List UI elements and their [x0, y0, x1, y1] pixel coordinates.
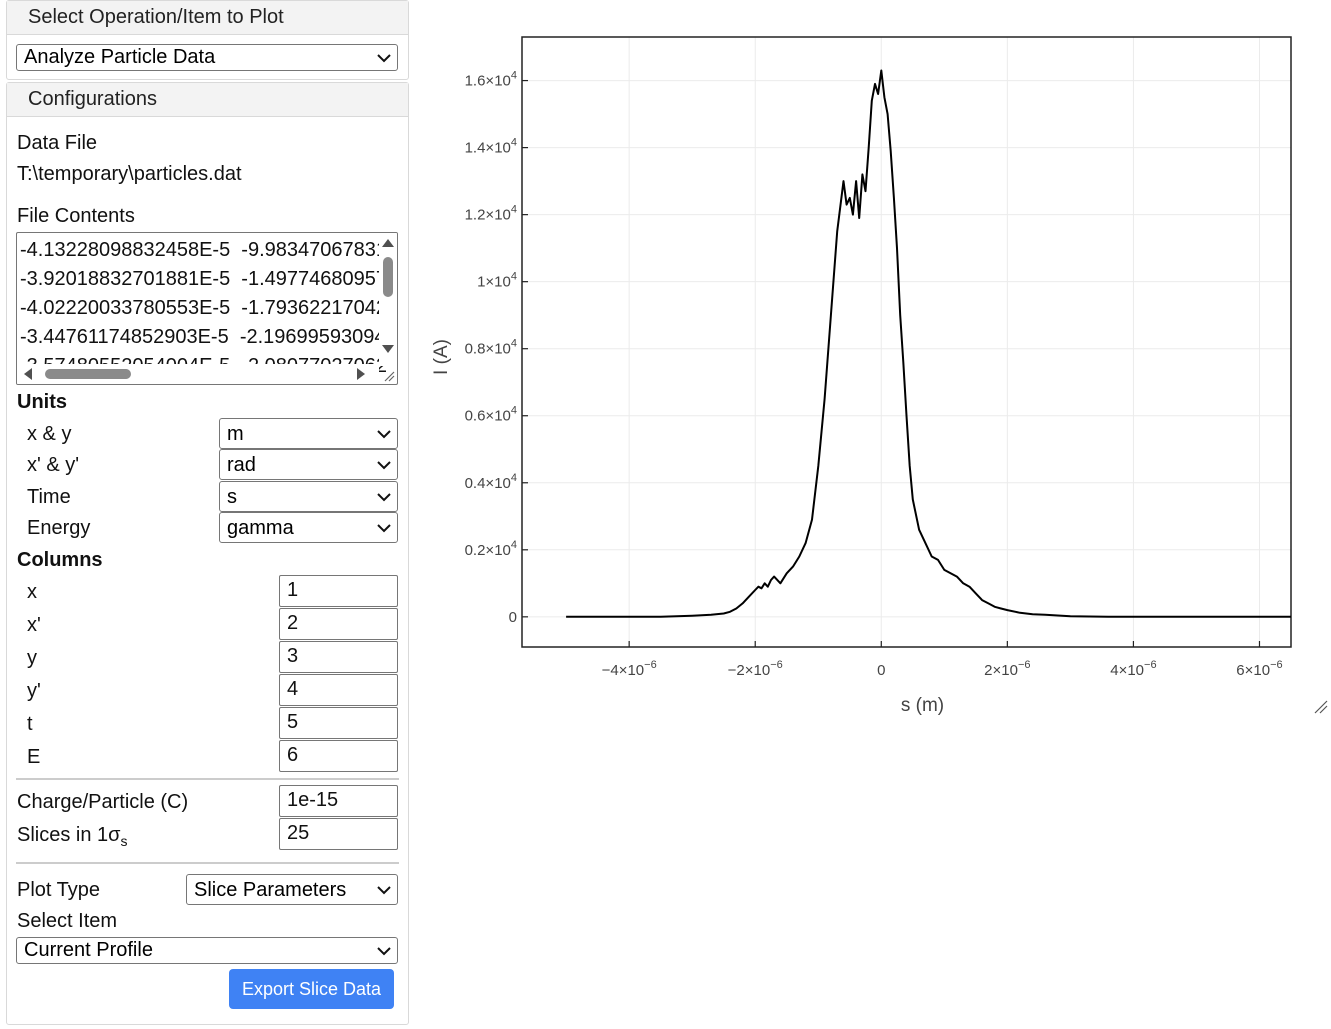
y-tick-label: 1×104	[477, 271, 517, 291]
column-input-t[interactable]: 5	[279, 707, 398, 739]
scroll-up-arrow-icon[interactable]	[382, 239, 394, 247]
scroll-left-arrow-icon[interactable]	[24, 368, 32, 380]
plot-type-select[interactable]: Slice Parameters	[186, 874, 398, 905]
plot-type-value: Slice Parameters	[194, 879, 347, 901]
x-axis-label: s (m)	[901, 695, 944, 716]
column-input-xp[interactable]: 2	[279, 608, 398, 640]
slices-label: Slices in 1σs	[17, 824, 128, 849]
slices-input[interactable]: 25	[279, 818, 398, 850]
slices-label-subscript: s	[120, 833, 128, 849]
column-label-yp: y'	[27, 680, 41, 702]
file-contents-textarea[interactable]: -4.13228098832458E-5 -9.98347067831 -3.9…	[16, 232, 398, 385]
operation-panel-header: Select Operation/Item to Plot	[7, 1, 408, 35]
file-line: -3.44761174852903E-5 -2.19699593094	[20, 326, 386, 348]
column-label-x: x	[27, 581, 37, 603]
scroll-right-arrow-icon[interactable]	[357, 368, 365, 380]
chevron-down-icon	[377, 54, 391, 63]
column-label-e: E	[27, 746, 41, 768]
column-label-y: y	[27, 647, 37, 669]
column-input-y[interactable]: 3	[279, 641, 398, 673]
column-input-x[interactable]: 1	[279, 575, 398, 607]
vertical-scroll-thumb[interactable]	[383, 257, 393, 297]
export-slice-data-button[interactable]: Export Slice Data	[229, 969, 394, 1009]
units-label-energy: Energy	[27, 517, 91, 539]
chevron-down-icon	[377, 947, 391, 956]
x-tick-label: 6×10−6	[1236, 659, 1282, 679]
y-tick-label: 0.4×104	[465, 472, 517, 492]
units-select-x-y[interactable]: m	[219, 418, 398, 449]
x-tick-label: 0	[877, 662, 885, 679]
units-select-value: gamma	[227, 517, 294, 539]
data-file-path: T:\temporary\particles.dat	[17, 163, 242, 185]
x-tick-label: 2×10−6	[984, 659, 1030, 679]
chevron-down-icon	[377, 430, 391, 439]
select-item-label: Select Item	[17, 910, 118, 932]
configurations-panel-header: Configurations	[7, 83, 408, 117]
units-select-time[interactable]: s	[219, 481, 398, 512]
chevron-down-icon	[377, 461, 391, 470]
units-label-xp-yp: x' & y'	[27, 454, 80, 476]
file-contents-label: File Contents	[17, 205, 135, 227]
select-item-select[interactable]: Current Profile	[16, 937, 398, 964]
x-tick-label: −2×10−6	[728, 659, 783, 679]
units-select-xp-yp[interactable]: rad	[219, 449, 398, 480]
units-heading: Units	[17, 391, 67, 413]
y-tick-label: 0	[509, 609, 517, 626]
current-profile-line	[566, 69, 1291, 618]
units-select-value: s	[227, 486, 237, 508]
y-axis-label: I (A)	[431, 339, 452, 375]
plot-type-label: Plot Type	[17, 879, 101, 901]
column-input-e[interactable]: 6	[279, 740, 398, 772]
charge-per-particle-label: Charge/Particle (C)	[17, 791, 189, 813]
operation-select[interactable]: Analyze Particle Data	[16, 44, 398, 71]
resize-handle-icon[interactable]	[1314, 700, 1328, 714]
units-label-time: Time	[27, 486, 71, 508]
chevron-down-icon	[377, 493, 391, 502]
x-tick-label: 4×10−6	[1110, 659, 1156, 679]
select-item-value: Current Profile	[24, 939, 153, 961]
chevron-down-icon	[377, 524, 391, 533]
vertical-scrollbar[interactable]	[379, 233, 397, 366]
operation-panel-title: Select Operation/Item to Plot	[28, 6, 284, 28]
y-tick-label: 1.6×104	[465, 70, 517, 90]
y-tick-label: 0.8×104	[465, 338, 517, 358]
units-label-x-y: x & y	[27, 423, 72, 445]
y-tick-label: 0.6×104	[465, 405, 517, 425]
slices-label-text: Slices in 1σ	[17, 824, 121, 846]
scroll-down-arrow-icon[interactable]	[382, 345, 394, 353]
y-tick-label: 1.4×104	[465, 137, 517, 157]
resize-grip-icon[interactable]	[383, 370, 395, 382]
y-tick-label: 0.2×104	[465, 539, 517, 559]
data-file-label: Data File	[17, 132, 98, 154]
file-line: -3.92018832701881E-5 -1.49774680957	[20, 268, 387, 290]
column-input-yp[interactable]: 4	[279, 674, 398, 706]
chevron-down-icon	[377, 886, 391, 895]
units-select-value: m	[227, 423, 244, 445]
file-line: -4.13228098832458E-5 -9.98347067831	[20, 239, 387, 261]
plot-frame	[521, 36, 1292, 648]
charge-per-particle-input[interactable]: 1e-15	[279, 785, 398, 817]
operation-select-value: Analyze Particle Data	[24, 46, 216, 68]
file-line: -4.02220033780553E-5 -1.79362217042	[20, 297, 387, 319]
units-select-value: rad	[227, 454, 256, 476]
units-select-energy[interactable]: gamma	[219, 512, 398, 543]
columns-heading: Columns	[17, 549, 103, 571]
divider	[16, 778, 399, 780]
column-label-t: t	[27, 713, 33, 735]
column-label-xp: x'	[27, 614, 41, 636]
current-profile-chart: −4×10−6 −2×10−6 0 2×10−6 4×10−6 6×10−6 0 0.2×10…	[431, 36, 1292, 716]
horizontal-scroll-thumb[interactable]	[45, 369, 131, 379]
horizontal-scrollbar[interactable]	[17, 364, 379, 384]
configurations-panel-title: Configurations	[28, 88, 157, 110]
x-tick-label: −4×10−6	[602, 659, 657, 679]
y-tick-label: 1.2×104	[465, 204, 517, 224]
divider	[16, 862, 399, 864]
